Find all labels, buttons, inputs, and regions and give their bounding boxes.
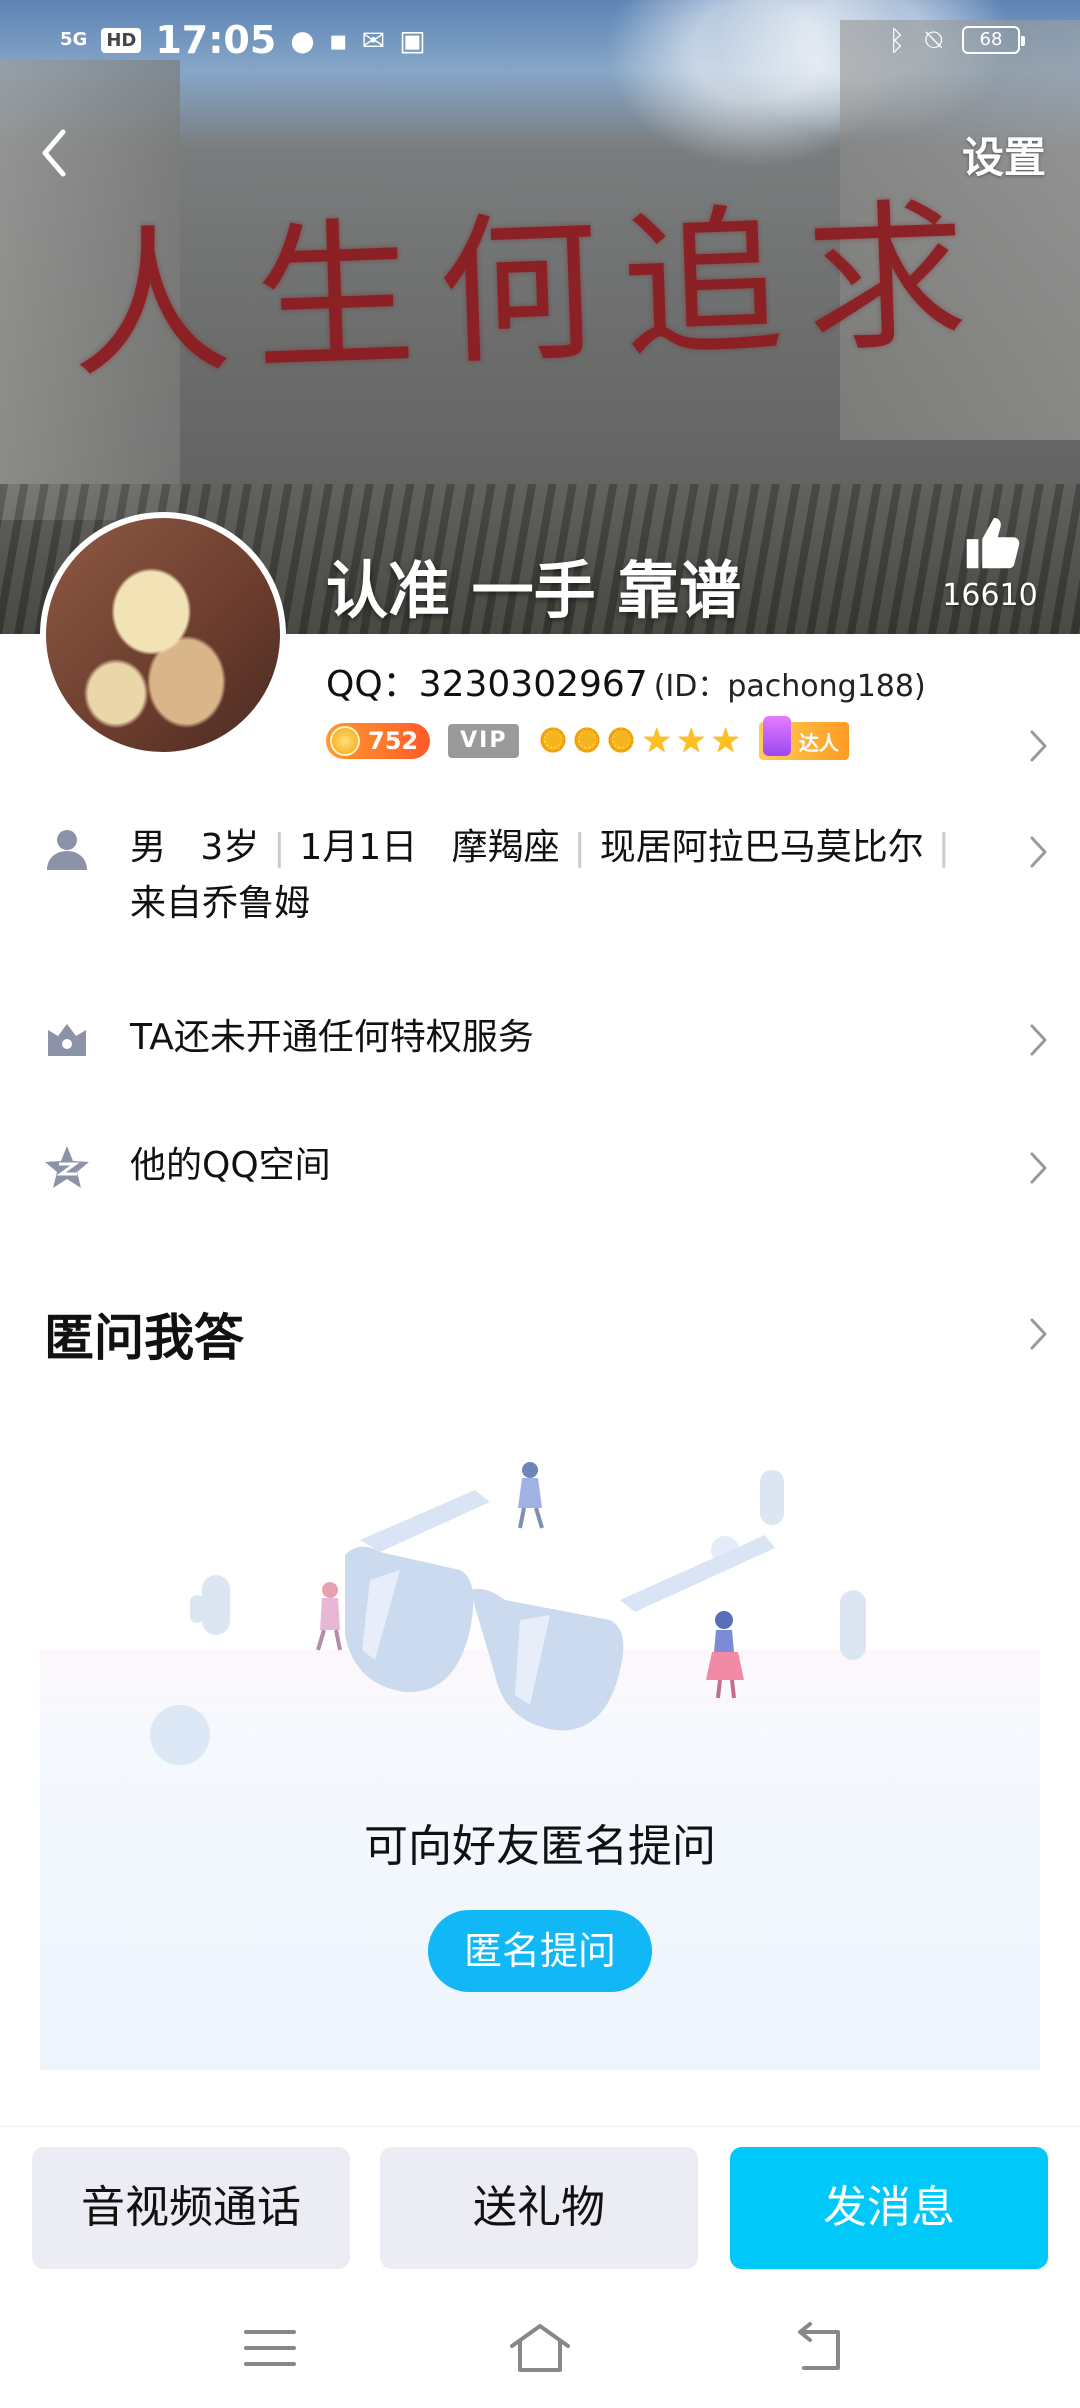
star-icon: ★: [641, 721, 672, 761]
vip-badge: VIP: [448, 724, 520, 758]
qq-number: QQ：3230302967 (ID：pachong188): [326, 655, 926, 707]
privilege-text: TA还未开通任何特权服务: [130, 1017, 534, 1058]
chevron-left-icon: [42, 129, 66, 177]
birthday-text: 1月1日: [299, 827, 418, 868]
back-navigation-icon[interactable]: [790, 2318, 854, 2378]
anonymous-ask-button[interactable]: 匿名提问: [428, 1910, 652, 1992]
age-text: 3岁: [200, 827, 260, 868]
privilege-row[interactable]: TA还未开通任何特权服务: [0, 1010, 1080, 1070]
cover-graffiti: 人生何追求: [67, 181, 994, 401]
profile-nickname: 认准 一手 靠谱: [326, 554, 742, 627]
sun-icon: [605, 720, 638, 760]
hometown-text: 来自乔鲁姆: [130, 883, 311, 924]
mail-icon: ✉: [361, 23, 386, 57]
signal-indicator: 5G: [60, 29, 88, 50]
coin-icon: [330, 726, 360, 756]
level-value: 752: [368, 727, 419, 755]
qq-id-text: (ID：pachong188): [653, 669, 926, 704]
mute-bell-icon: ⍉: [925, 23, 942, 56]
bottom-action-bar: 音视频通话 送礼物 发消息: [0, 2126, 1080, 2290]
chevron-right-icon: [1026, 834, 1050, 870]
sunglasses-illustration: [150, 1462, 866, 1765]
gender-text: 男: [130, 827, 167, 868]
send-message-button[interactable]: 发消息: [730, 2147, 1048, 2269]
settings-button[interactable]: 设置: [962, 124, 1046, 185]
qq-number-text: QQ：3230302967: [326, 664, 648, 705]
daren-label: 达人: [798, 730, 839, 755]
sun-icon: [571, 720, 604, 760]
app-notification-icon: ▪: [328, 23, 348, 57]
crown-icon: [44, 1016, 90, 1062]
location-text: 现居阿拉巴马莫比尔: [599, 827, 924, 868]
qzone-star-icon: [44, 1144, 90, 1190]
profile-info-row[interactable]: 男 3岁 | 1月1日 摩羯座 | 现居阿拉巴马莫比尔 | 来自乔鲁姆: [0, 820, 1080, 950]
wechat-icon: ●: [290, 23, 315, 57]
thumbs-up-icon: [966, 517, 1020, 569]
qa-empty-text: 可向好友匿名提问: [364, 1821, 716, 1872]
like-button[interactable]: 16610: [920, 512, 1060, 613]
person-icon: [44, 826, 90, 872]
star-icon: ★: [710, 721, 741, 761]
back-button[interactable]: [24, 118, 84, 188]
status-time: 17:05: [155, 18, 277, 62]
zodiac-text: 摩羯座: [451, 827, 560, 868]
home-icon[interactable]: [508, 2318, 572, 2378]
level-badge: 752: [326, 723, 431, 759]
hd-badge: HD: [101, 27, 142, 53]
phone-icon: [762, 716, 791, 756]
qzone-text: 他的QQ空间: [130, 1145, 331, 1186]
status-bar: 5G HD 17:05 ● ▪ ✉ ▣ ᛒ ⍉ 68: [0, 0, 1080, 80]
qa-section-title[interactable]: 匿问我答: [44, 1298, 244, 1370]
likes-count: 16610: [942, 578, 1038, 613]
sun-icon: [537, 720, 570, 760]
avatar[interactable]: [40, 512, 286, 758]
badges-row[interactable]: 752 VIP ★ ★ ★ 达人: [326, 716, 849, 761]
menu-icon[interactable]: [238, 2318, 302, 2378]
chevron-right-icon: [1026, 728, 1050, 764]
system-navigation-bar: [0, 2290, 1080, 2408]
video-call-button[interactable]: 音视频通话: [32, 2147, 350, 2269]
qzone-row[interactable]: 他的QQ空间: [0, 1138, 1080, 1198]
qq-level-stars: ★ ★ ★: [537, 720, 741, 761]
chevron-right-icon: [1026, 1150, 1050, 1186]
bluetooth-icon: ᛒ: [888, 23, 906, 57]
daren-badge: 达人: [758, 716, 849, 760]
chevron-right-icon: [1026, 1022, 1050, 1058]
chevron-right-icon[interactable]: [1026, 1316, 1050, 1352]
star-icon: ★: [675, 721, 707, 761]
send-gift-button[interactable]: 送礼物: [380, 2147, 698, 2269]
profile-info-text: 男 3岁 | 1月1日 摩羯座 | 现居阿拉巴马莫比尔 | 来自乔鲁姆: [130, 827, 950, 924]
message-notification-icon: ▣: [399, 23, 426, 57]
battery-indicator: 68: [962, 26, 1025, 54]
